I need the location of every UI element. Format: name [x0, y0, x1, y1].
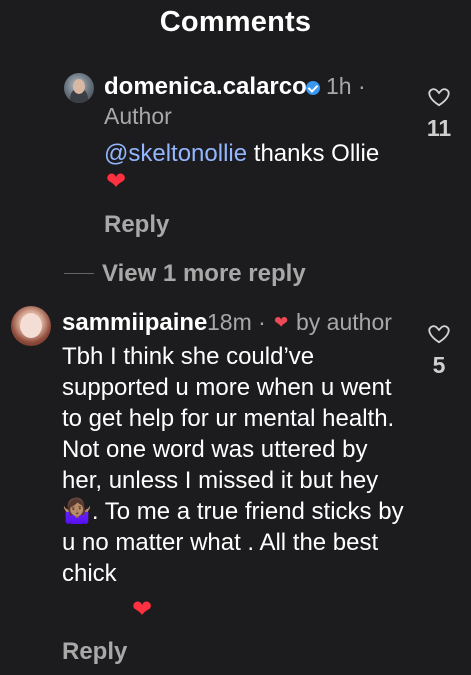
liked-by-author-heart-icon: ❤: [274, 313, 289, 332]
reply-comment-like[interactable]: 11: [419, 87, 459, 142]
red-heart-icon: ❤: [132, 596, 153, 623]
reply-mention-link[interactable]: @skeltonollie: [104, 140, 247, 167]
reply-comment-like-count: 11: [426, 115, 452, 141]
comments-title: Comments: [159, 6, 312, 38]
main-comment-reply-button[interactable]: Reply: [62, 638, 127, 666]
reply-comment-time: 1h ·: [326, 73, 366, 99]
main-comment-text: Tbh I think she could’ve supported u mor…: [62, 343, 404, 587]
reply-comment-avatar[interactable]: [64, 73, 94, 103]
main-comment-by-author: by author: [296, 309, 392, 335]
reply-comment-username[interactable]: domenica.calarco: [104, 73, 307, 101]
main-comment-avatar[interactable]: [11, 306, 51, 346]
heart-outline-icon[interactable]: [428, 324, 450, 344]
verified-badge-icon: [306, 81, 320, 95]
reply-comment-body: thanks Ollie: [247, 140, 380, 167]
heart-outline-icon[interactable]: [428, 87, 450, 107]
red-heart-icon: ❤: [106, 168, 127, 195]
main-comment-like[interactable]: 5: [419, 324, 459, 379]
view-more-replies-button[interactable]: View 1 more reply: [102, 260, 306, 288]
reply-comment-text: @skeltonollie thanks Ollie: [104, 139, 424, 169]
main-comment-like-count: 5: [432, 352, 446, 378]
reply-comment-reply-button[interactable]: Reply: [104, 211, 169, 239]
main-comment-username[interactable]: sammiipaine: [62, 309, 207, 337]
view-more-divider: [64, 273, 94, 274]
reply-comment-author-label: Author: [104, 103, 172, 129]
main-comment-time: 18m ·: [207, 309, 266, 335]
